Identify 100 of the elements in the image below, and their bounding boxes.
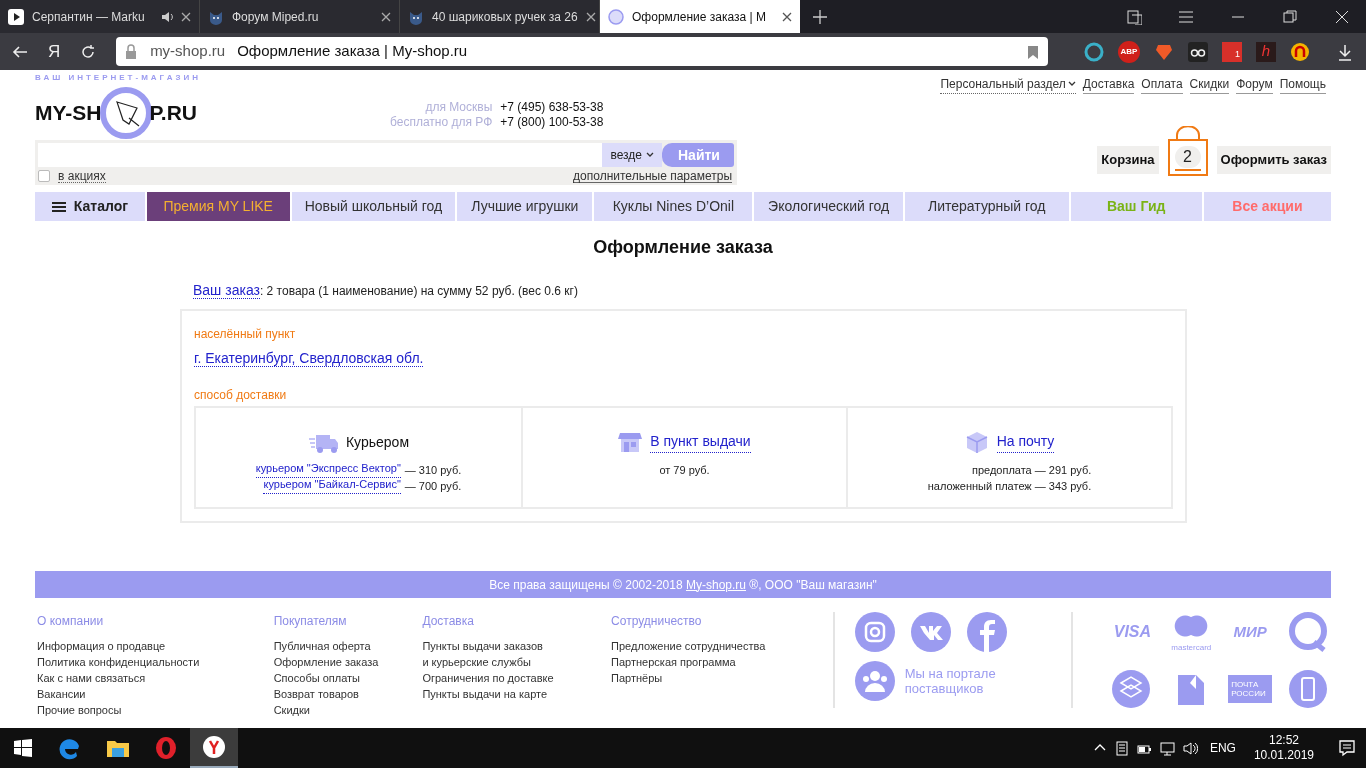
top-link[interactable]: Оплата bbox=[1141, 75, 1183, 94]
network-icon[interactable] bbox=[1159, 740, 1175, 756]
courier-link[interactable]: курьером "Экспресс Вектор" bbox=[255, 462, 401, 478]
copyright-text: Все права защищены © 2002-2018 My-shop.ru ®, ООО "Ваш магазин" bbox=[489, 576, 877, 594]
courier-link[interactable]: курьером "Байкал-Сервис" bbox=[263, 478, 401, 494]
top-link[interactable]: Доставка bbox=[1082, 75, 1135, 94]
delivery-option-title: Курьером bbox=[345, 432, 410, 452]
adblock-button[interactable]: ABP bbox=[1118, 40, 1140, 63]
footer-link[interactable]: Оформление заказа bbox=[273, 654, 421, 670]
footer-link[interactable]: Прочие вопросы bbox=[37, 702, 272, 718]
yandex-button[interactable]: Я bbox=[47, 38, 61, 65]
browser-tab[interactable]: Оформление заказа | M bbox=[600, 0, 800, 33]
footer-link[interactable]: Пункты выдачи на карте bbox=[422, 686, 610, 702]
price-text: от 79 руб. bbox=[659, 463, 710, 478]
footer-link[interactable]: Партнерская программа bbox=[611, 654, 833, 670]
scope-dropdown[interactable]: везде bbox=[602, 143, 662, 167]
browser-tab[interactable]: Форум Miped.ru bbox=[200, 0, 400, 33]
speaker-icon[interactable] bbox=[161, 10, 173, 23]
footer-link[interactable]: Способы оплаты bbox=[273, 670, 421, 686]
footer-link[interactable]: Предложение сотрудничества bbox=[611, 638, 833, 654]
price-text: — 700 руб. bbox=[404, 479, 462, 494]
advanced-search-link[interactable]: дополнительные параметры bbox=[573, 169, 732, 183]
nav-tab[interactable]: Лучшие игрушки bbox=[457, 192, 593, 221]
phone-label: для Москвы bbox=[425, 100, 493, 115]
close-icon[interactable] bbox=[585, 11, 596, 22]
browser-tab[interactable]: Серпантин — Marku bbox=[0, 0, 200, 33]
taskbar-app[interactable] bbox=[190, 728, 238, 768]
city-link[interactable]: г. Екатеринбург, Свердловская обл. bbox=[194, 350, 424, 367]
footer-heading: Покупателям bbox=[273, 613, 348, 630]
close-icon[interactable] bbox=[782, 11, 792, 22]
footer-link[interactable]: Скидки bbox=[273, 702, 421, 718]
top-link[interactable]: Форум bbox=[1236, 75, 1273, 94]
top-link[interactable]: Персональный раздел bbox=[940, 75, 1076, 94]
footer-link[interactable]: и курьерские службы bbox=[422, 654, 610, 670]
footer-link[interactable]: Информация о продавце bbox=[37, 638, 272, 654]
clock[interactable]: 12:52 10.01.2019 bbox=[1253, 733, 1314, 763]
close-icon[interactable] bbox=[381, 11, 391, 22]
phone-number: +7 (495) 638-53-38 bbox=[500, 100, 604, 115]
lock-icon bbox=[124, 43, 139, 60]
glasses-icon[interactable] bbox=[1188, 41, 1208, 62]
volume-icon[interactable] bbox=[1182, 740, 1198, 756]
browser-tab[interactable]: 40 шариковых ручек за 26 bbox=[400, 0, 600, 33]
restore-icon[interactable] bbox=[1282, 8, 1298, 25]
nav-tab[interactable]: Литературный год bbox=[904, 192, 1069, 221]
address-domain: my-shop.ru bbox=[150, 41, 226, 62]
new-tab-icon[interactable] bbox=[813, 9, 827, 24]
yandex-browser-icon bbox=[202, 735, 226, 759]
footer-link[interactable]: Публичная оферта bbox=[273, 638, 421, 654]
footer-link[interactable]: Ограничения по доставке bbox=[422, 670, 610, 686]
checkout-link[interactable]: Оформить заказ bbox=[1216, 146, 1331, 174]
page-title: Оформление заказа | My-shop.ru bbox=[237, 41, 469, 62]
tabs-icon[interactable] bbox=[1126, 8, 1142, 25]
field-label: населённый пункт bbox=[194, 326, 297, 343]
footer-heading: Доставка bbox=[422, 613, 475, 630]
delivery-option-card[interactable]: Курьером курьером "Экспресс Вектор" — 310 руб. курьером "Байкал-Сервис" — 700 руб. bbox=[196, 408, 521, 507]
bookmark-icon[interactable] bbox=[1026, 44, 1040, 59]
order-link[interactable]: Ваш заказ bbox=[193, 282, 260, 299]
nav-tab[interactable]: Премия MY LIKE bbox=[146, 192, 290, 221]
language-indicator[interactable]: ENG bbox=[1209, 739, 1236, 757]
footer-link[interactable]: Партнёры bbox=[611, 670, 833, 686]
tab-title: Серпантин — Marku bbox=[32, 8, 146, 26]
top-link[interactable]: Скидки bbox=[1189, 75, 1230, 94]
delivery-option-card[interactable]: В пункт выдачи от 79 руб. bbox=[521, 408, 846, 507]
field-label: способ доставки bbox=[194, 387, 288, 404]
reload-icon[interactable] bbox=[80, 43, 97, 60]
checkbox-label[interactable]: в акциях bbox=[58, 169, 106, 183]
close-icon[interactable] bbox=[181, 11, 191, 22]
cart-link[interactable]: Корзина bbox=[1097, 146, 1159, 174]
windows-start-icon[interactable] bbox=[14, 739, 32, 757]
price-text: наложенный платеж — 343 руб. bbox=[927, 479, 1092, 494]
footer-link[interactable]: Возврат товаров bbox=[273, 686, 421, 702]
nav-tab[interactable]: Экологический год bbox=[754, 192, 903, 221]
delivery-option-link[interactable]: В пункт выдачи bbox=[650, 431, 751, 453]
delivery-option-card[interactable]: На почту предоплата — 291 руб. наложенный платеж — 343 руб. bbox=[846, 408, 1171, 507]
address-field[interactable]: my-shop.ru Оформление заказа | My-shop.ru bbox=[116, 37, 1048, 66]
document-icon[interactable] bbox=[1114, 740, 1129, 756]
download-icon[interactable] bbox=[1336, 42, 1354, 61]
ring-icon[interactable] bbox=[1084, 41, 1104, 62]
logo-tagline: ВАШ ИНТЕРНЕТ-МАГАЗИН bbox=[35, 72, 202, 84]
shopping-bag-button[interactable]: 2 bbox=[1166, 126, 1209, 176]
notifications-icon[interactable] bbox=[1338, 739, 1356, 757]
extension-button[interactable]: h bbox=[1256, 41, 1276, 62]
back-icon[interactable] bbox=[12, 43, 28, 60]
nav-tab[interactable]: Новый школьный год bbox=[291, 192, 456, 221]
promo-checkbox[interactable] bbox=[38, 170, 50, 182]
nav-tab[interactable]: Куклы Nines D’Onil bbox=[594, 192, 753, 221]
top-link[interactable]: Помощь bbox=[1279, 75, 1326, 94]
nav-tab[interactable]: Каталог bbox=[35, 192, 145, 221]
footer-heading: О компании bbox=[37, 613, 105, 630]
delivery-option-link[interactable]: На почту bbox=[996, 431, 1055, 453]
notification-button[interactable]: 1 bbox=[1222, 41, 1242, 62]
close-icon[interactable] bbox=[1334, 8, 1350, 25]
footer-link[interactable]: Как с нами связаться bbox=[37, 670, 272, 686]
logo[interactable]: MY-SH P.RU bbox=[35, 86, 265, 140]
footer-link[interactable]: Пункты выдачи заказов bbox=[422, 638, 610, 654]
menu-icon[interactable] bbox=[1178, 8, 1194, 25]
search-field[interactable] bbox=[38, 143, 603, 167]
footer-link[interactable]: Политика конфиденциальности bbox=[37, 654, 272, 670]
footer-link[interactable]: Вакансии bbox=[37, 686, 272, 702]
price-text: — 310 руб. bbox=[404, 463, 462, 478]
